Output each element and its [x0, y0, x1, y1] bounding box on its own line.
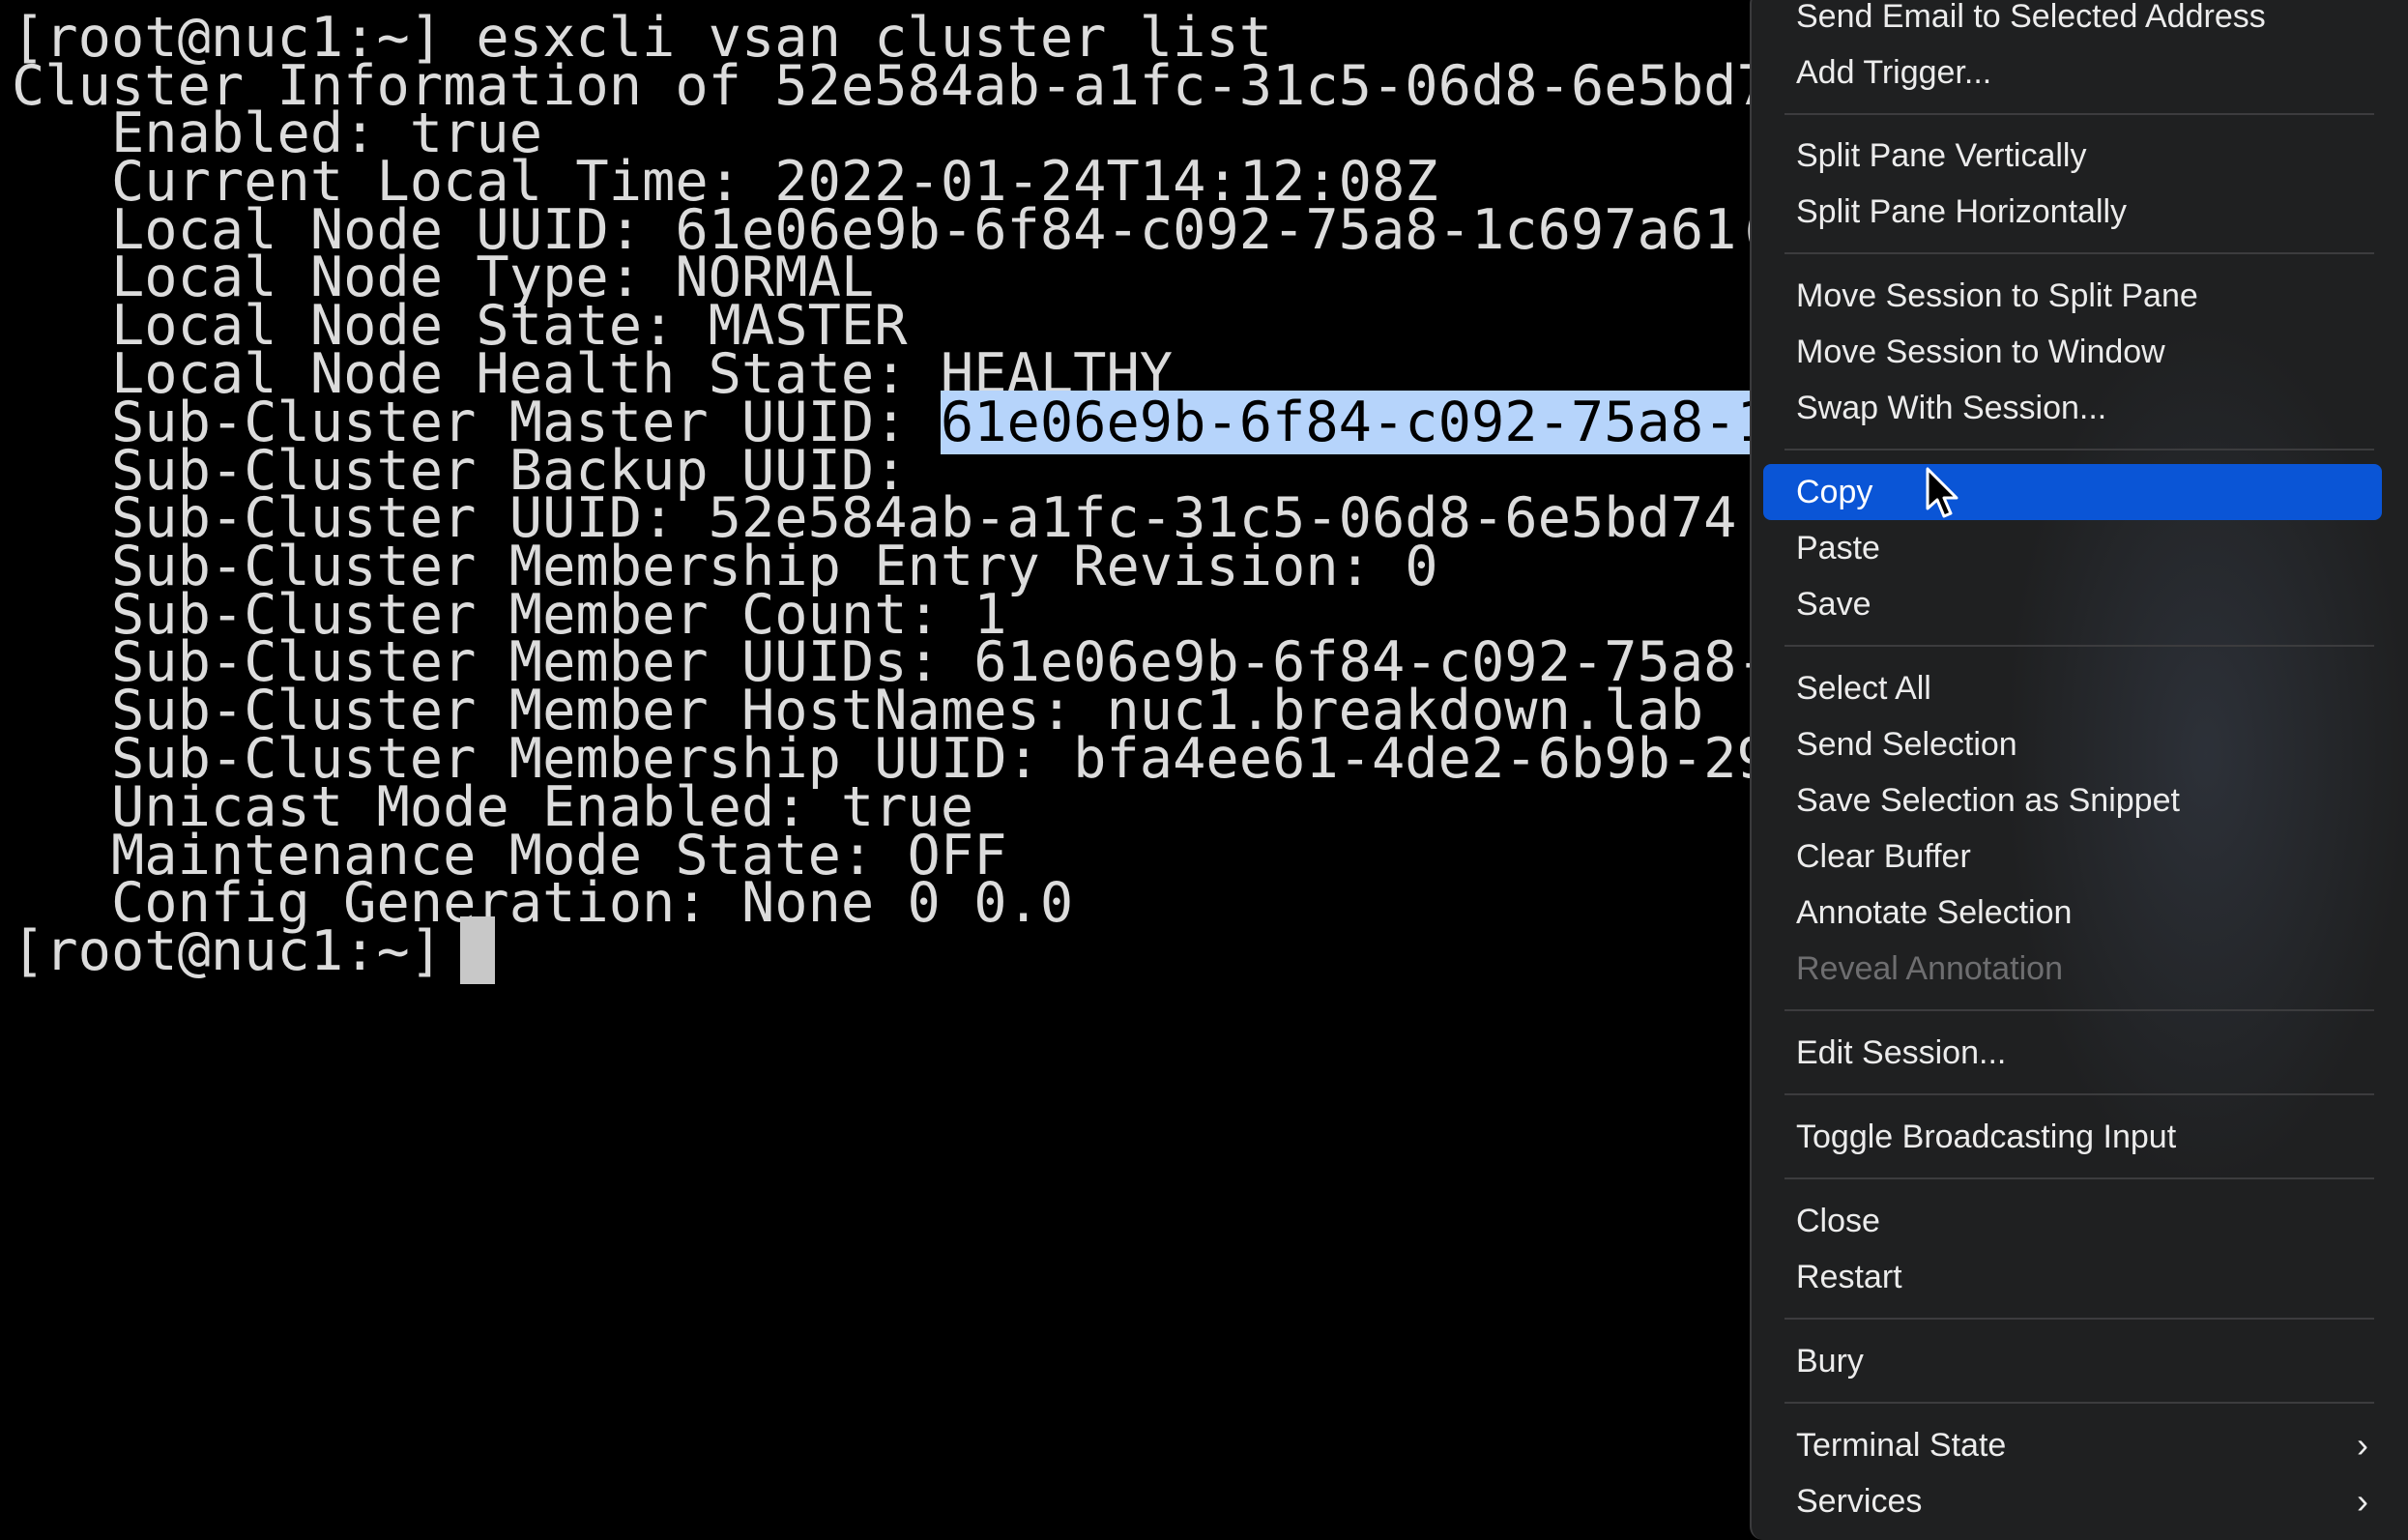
menu-item-toggle-broadcasting[interactable]: Toggle Broadcasting Input	[1763, 1109, 2382, 1165]
menu-item-send-selection[interactable]: Send Selection	[1763, 716, 2382, 772]
menu-item-split-vertically[interactable]: Split Pane Vertically	[1763, 128, 2382, 184]
menu-item-bury[interactable]: Bury	[1763, 1333, 2382, 1389]
menu-separator	[1784, 1009, 2374, 1011]
context-menu: Send Email to Selected Address Add Trigg…	[1750, 0, 2408, 1540]
menu-item-paste[interactable]: Paste	[1763, 520, 2382, 576]
menu-item-clear-buffer[interactable]: Clear Buffer	[1763, 828, 2382, 885]
menu-item-swap-session[interactable]: Swap With Session...	[1763, 380, 2382, 436]
menu-item-select-all[interactable]: Select All	[1763, 660, 2382, 716]
menu-separator	[1784, 1318, 2374, 1320]
text-cursor	[460, 916, 496, 985]
menu-item-copy[interactable]: Copy	[1763, 464, 2382, 520]
chevron-right-icon: ›	[2357, 1481, 2368, 1521]
menu-item-restart[interactable]: Restart	[1763, 1249, 2382, 1305]
menu-item-terminal-state[interactable]: Terminal State ›	[1763, 1417, 2382, 1473]
menu-separator	[1784, 645, 2374, 647]
menu-item-reveal-annotation: Reveal Annotation	[1796, 950, 2063, 987]
menu-item-close[interactable]: Close	[1763, 1193, 2382, 1249]
selected-text[interactable]: 61e06e9b-6f84-c092-75a8-1	[940, 391, 1752, 454]
menu-item-label: Services	[1796, 1483, 1923, 1520]
menu-separator	[1784, 449, 2374, 450]
menu-item-save[interactable]: Save	[1763, 576, 2382, 632]
terminal-window[interactable]: [root@nuc1:~] esxcli vsan cluster list C…	[0, 0, 1752, 1540]
menu-item-edit-session[interactable]: Edit Session...	[1763, 1025, 2382, 1081]
menu-item-move-to-window[interactable]: Move Session to Window	[1763, 324, 2382, 380]
screen: [root@nuc1:~] esxcli vsan cluster list C…	[0, 0, 2408, 1540]
menu-item-services[interactable]: Services ›	[1763, 1473, 2382, 1529]
terminal-prompt: [root@nuc1:~]	[12, 919, 444, 983]
menu-separator	[1784, 113, 2374, 115]
menu-separator	[1784, 252, 2374, 254]
menu-item-label: Terminal State	[1796, 1427, 2007, 1464]
chevron-right-icon: ›	[2357, 1425, 2368, 1465]
menu-item-split-horizontally[interactable]: Split Pane Horizontally	[1763, 184, 2382, 240]
menu-item-send-email[interactable]: Send Email to Selected Address	[1763, 0, 2382, 44]
menu-separator	[1784, 1093, 2374, 1095]
mouse-pointer-icon	[1926, 467, 1958, 518]
menu-item-move-to-split-pane[interactable]: Move Session to Split Pane	[1763, 268, 2382, 324]
terminal-prompt-line[interactable]: [root@nuc1:~]	[12, 914, 496, 990]
menu-item-add-trigger[interactable]: Add Trigger...	[1763, 44, 2382, 101]
menu-item-save-snippet[interactable]: Save Selection as Snippet	[1763, 772, 2382, 828]
menu-separator	[1784, 1177, 2374, 1179]
menu-item-annotate-selection[interactable]: Annotate Selection	[1763, 885, 2382, 941]
menu-separator	[1784, 1402, 2374, 1404]
